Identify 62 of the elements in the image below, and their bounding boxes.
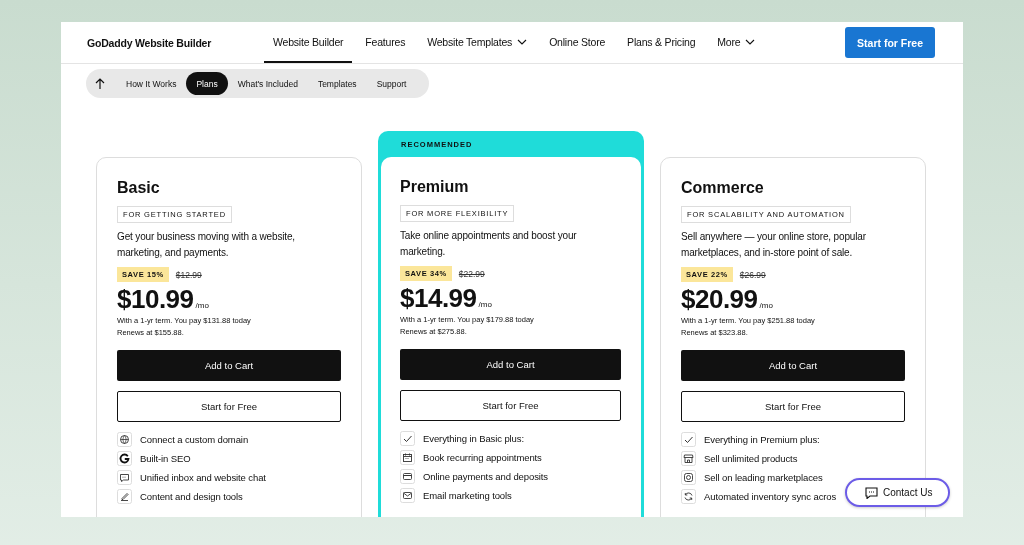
nav-link[interactable]: Online Store — [540, 22, 615, 63]
site-logo[interactable]: GoDaddy Website Builder — [87, 36, 264, 49]
chat-icon — [865, 486, 878, 499]
nav-link[interactable]: More — [708, 22, 765, 63]
feature-text: Automated inventory sync acros — [704, 491, 837, 502]
check-icon — [400, 431, 415, 446]
price: $10.99 — [117, 284, 194, 315]
add-to-cart-button[interactable]: Add to Cart — [117, 350, 341, 381]
credit-card-icon — [400, 469, 415, 484]
section-tab[interactable]: Templates — [307, 72, 367, 95]
globe-icon — [117, 432, 132, 447]
plan-title: Commerce — [681, 179, 765, 197]
start-free-button[interactable]: Start for Free — [400, 390, 621, 421]
price-period: /mo — [195, 301, 209, 310]
check-icon — [681, 432, 696, 447]
nav-link[interactable]: Website Templates — [418, 22, 537, 63]
section-tab[interactable]: Plans — [186, 72, 228, 95]
chat-icon — [117, 470, 132, 485]
start-free-button[interactable]: Start for Free — [117, 391, 341, 422]
add-to-cart-button[interactable]: Add to Cart — [400, 349, 621, 380]
feature-text: Sell on leading marketplaces — [704, 472, 823, 483]
section-tab[interactable]: Support — [366, 72, 417, 95]
feature-text: Everything in Premium plus: — [704, 434, 820, 445]
price: $20.99 — [681, 284, 758, 315]
start-button[interactable]: Start for Free — [845, 27, 935, 58]
feature-text: Book recurring appointments — [423, 452, 542, 463]
section-tab[interactable]: How It Works — [116, 72, 187, 95]
plan-description: Take online appointments and boost your marketing. — [400, 229, 578, 259]
camera-icon — [681, 470, 696, 485]
plan-description: Sell anywhere — your online store, popular marketplaces, and in-store point of sale. — [681, 230, 867, 260]
plan-description: Get your business moving with a website, marketing, and payments. — [117, 230, 296, 260]
nav-link[interactable]: Website Builder — [264, 22, 353, 63]
arrow-up-icon[interactable] — [94, 77, 106, 90]
feature-text: Built-in SEO — [140, 453, 191, 464]
letter-g-icon — [117, 451, 132, 466]
price-period: /mo — [759, 301, 773, 310]
nav-link[interactable]: Plans & Pricing — [618, 22, 705, 63]
feature-text: Unified inbox and website chat — [140, 472, 266, 483]
sync-icon — [681, 489, 696, 504]
nav-link[interactable]: Features — [356, 22, 415, 63]
pen-icon — [117, 489, 132, 504]
start-free-button[interactable]: Start for Free — [681, 391, 905, 422]
feature-text: Connect a custom domain — [140, 434, 249, 445]
storefront-icon — [681, 451, 696, 466]
mail-icon — [400, 488, 415, 503]
feature-text: Online payments and deposits — [423, 471, 548, 482]
plan-title: Basic — [117, 179, 161, 197]
price-period: /mo — [478, 300, 492, 309]
contact-button[interactable]: Contact Us — [845, 478, 951, 507]
calendar-icon — [400, 450, 415, 465]
old-price: $22.99 — [458, 268, 485, 279]
feature-text: Sell unlimited products — [704, 453, 798, 464]
price: $14.99 — [400, 283, 477, 314]
feature-text: Content and design tools — [140, 491, 243, 502]
contact-label: Contact Us — [883, 487, 933, 498]
old-price: $26.99 — [739, 269, 766, 280]
old-price: $12.99 — [175, 269, 202, 280]
section-tab[interactable]: What's Included — [227, 72, 308, 95]
add-to-cart-button[interactable]: Add to Cart — [681, 350, 905, 381]
plan-title: Premium — [400, 178, 470, 196]
feature-text: Everything in Basic plus: — [423, 433, 524, 444]
feature-text: Email marketing tools — [423, 490, 512, 501]
